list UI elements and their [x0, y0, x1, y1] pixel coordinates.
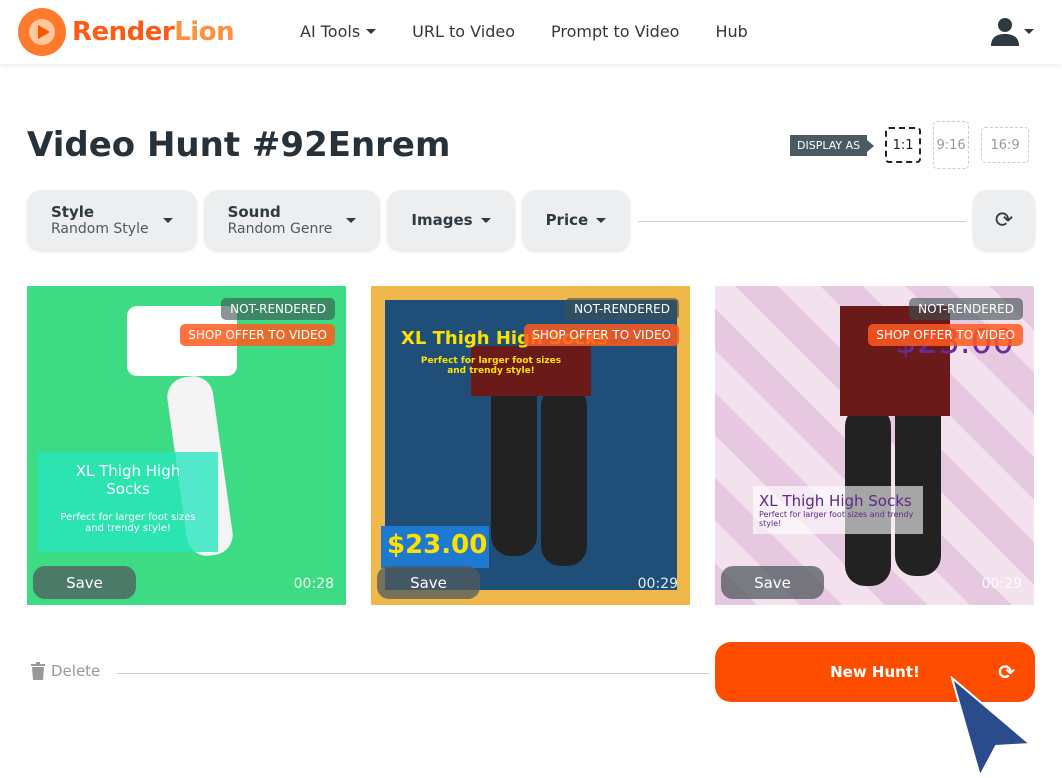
trash-icon [31, 662, 45, 680]
status-badge: NOT-RENDERED [565, 298, 679, 320]
shop-offer-button[interactable]: SHOP OFFER TO VIDEO [524, 324, 679, 346]
nav-prompt-to-video[interactable]: Prompt to Video [551, 22, 679, 41]
refresh-button[interactable]: ⟳ [973, 190, 1035, 250]
divider [117, 673, 709, 674]
images-filter[interactable]: Images [387, 190, 515, 250]
ratio-1-1[interactable]: 1:1 [885, 127, 922, 163]
display-as: DISPLAY AS 1:1 9:16 16:9 [790, 121, 1041, 169]
video-card[interactable]: XL Thigh High Socks Perfect for larger f… [27, 286, 346, 605]
mouse-cursor-icon [950, 676, 1032, 778]
shop-offer-button[interactable]: SHOP OFFER TO VIDEO [868, 324, 1023, 346]
video-card[interactable]: XL Thigh High Socks Perfect for larger f… [371, 286, 690, 605]
caret-down-icon [346, 217, 357, 223]
divider [638, 221, 966, 222]
caret-down-icon [162, 217, 173, 223]
caret-down-icon [596, 217, 607, 223]
top-nav: RenderLion AI Tools URL to Video Prompt … [0, 0, 1062, 64]
logo[interactable]: RenderLion [18, 8, 235, 56]
caret-down-icon [366, 29, 377, 34]
price-tag: $23.00 [381, 526, 489, 568]
save-button[interactable]: Save [721, 566, 824, 599]
style-filter[interactable]: Style Random Style [27, 190, 197, 250]
ratio-9-16[interactable]: 9:16 [933, 121, 970, 169]
user-menu[interactable] [990, 16, 1034, 46]
product-image [491, 376, 537, 556]
lion-logo-icon [18, 8, 66, 56]
delete-button[interactable]: Delete [31, 662, 100, 680]
video-card[interactable]: $23.00 XL Thigh High Socks Perfect for l… [715, 286, 1034, 605]
nav-url-to-video[interactable]: URL to Video [412, 22, 515, 41]
display-as-label: DISPLAY AS [790, 134, 875, 156]
nav-hub[interactable]: Hub [715, 22, 747, 41]
status-badge: NOT-RENDERED [909, 298, 1023, 320]
sound-filter[interactable]: Sound Random Genre [203, 190, 381, 250]
duration: 00:28 [293, 576, 334, 592]
price-filter[interactable]: Price [521, 190, 631, 250]
refresh-icon: ⟳ [994, 207, 1014, 233]
save-button[interactable]: Save [377, 566, 480, 599]
ratio-16-9[interactable]: 16:9 [981, 127, 1030, 163]
save-button[interactable]: Save [33, 566, 136, 599]
caret-down-icon [1024, 28, 1034, 34]
product-overlay: XL Thigh High Socks Perfect for larger f… [38, 452, 218, 552]
shop-offer-button[interactable]: SHOP OFFER TO VIDEO [180, 324, 335, 346]
caret-down-icon [480, 217, 491, 223]
duration: 00:29 [637, 576, 678, 592]
page-title: Video Hunt #92Enrem [27, 125, 451, 165]
nav-ai-tools[interactable]: AI Tools [300, 22, 377, 41]
duration: 00:29 [981, 576, 1022, 592]
product-overlay: XL Thigh High Socks Perfect for larger f… [753, 486, 923, 534]
user-icon [991, 18, 1019, 46]
status-badge: NOT-RENDERED [221, 298, 335, 320]
